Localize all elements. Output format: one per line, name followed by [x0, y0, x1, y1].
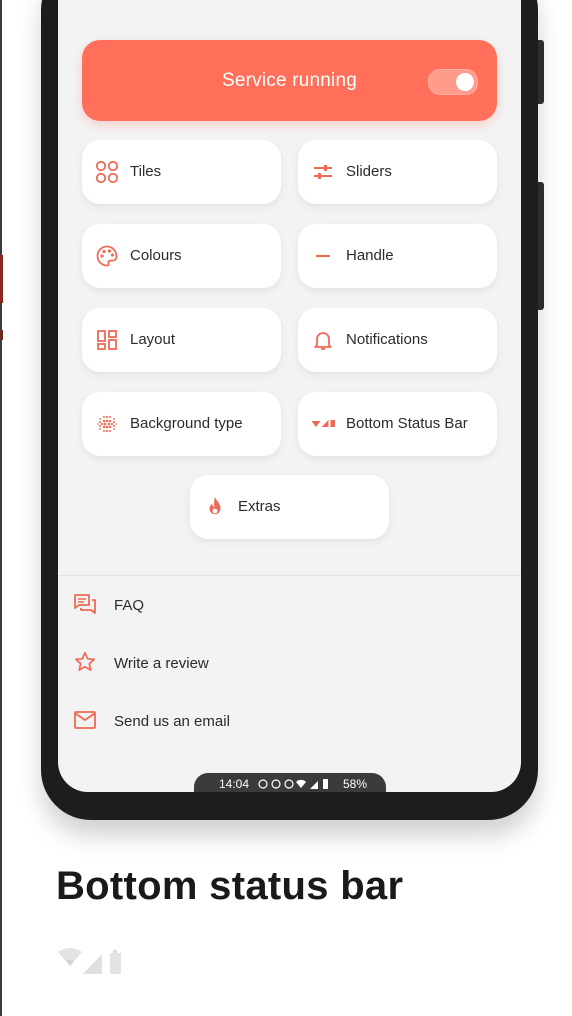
tile-label: Extras — [238, 498, 281, 515]
tile-tiles[interactable]: Tiles — [82, 140, 281, 204]
tile-extras[interactable]: Extras — [190, 475, 389, 539]
service-toggle-card[interactable]: Service running — [82, 40, 497, 121]
feature-title: Bottom status bar — [56, 864, 404, 908]
page-edge-mark — [0, 330, 3, 340]
tile-label: Notifications — [346, 331, 428, 348]
dotted-grid-icon — [97, 415, 117, 433]
power-button — [538, 182, 544, 310]
toggle-knob — [456, 73, 474, 91]
tile-notifications[interactable]: Notifications — [298, 308, 497, 372]
tile-label: Background type — [130, 415, 243, 432]
review-label: Write a review — [114, 655, 209, 672]
bottom-status-bar: 14:04 58% — [194, 773, 386, 792]
email-link[interactable]: Send us an email — [73, 708, 373, 736]
tile-label: Tiles — [130, 163, 162, 180]
tile-handle[interactable]: Handle — [298, 224, 497, 288]
palette-icon — [96, 245, 118, 267]
tiles-icon — [95, 160, 119, 184]
email-label: Send us an email — [114, 713, 230, 730]
layout-icon — [97, 330, 117, 350]
mail-icon — [74, 711, 96, 729]
tile-sliders[interactable]: Sliders — [298, 140, 497, 204]
tile-label: Bottom Status Bar — [346, 415, 468, 432]
service-toggle[interactable] — [428, 69, 478, 95]
chat-icon — [74, 594, 96, 614]
status-time: 14:04 — [219, 777, 250, 791]
volume-button — [538, 40, 544, 104]
tile-label: Handle — [346, 247, 394, 264]
status-bar-icon — [311, 420, 335, 427]
tile-colours[interactable]: Colours — [82, 224, 281, 288]
handle-icon — [316, 254, 330, 258]
faq-link[interactable]: FAQ — [73, 592, 373, 620]
faq-label: FAQ — [114, 597, 145, 614]
sliders-icon — [314, 165, 332, 179]
tile-layout[interactable]: Layout — [82, 308, 281, 372]
status-battery: 58% — [343, 777, 368, 791]
flame-icon — [209, 497, 221, 515]
page-edge-mark — [0, 255, 3, 303]
status-icons — [258, 779, 328, 789]
page-edge — [0, 0, 2, 1016]
write-review-link[interactable]: Write a review — [73, 650, 373, 678]
tile-label: Sliders — [346, 163, 392, 180]
status-bar-preview-icon — [58, 948, 121, 974]
tile-background-type[interactable]: Background type — [82, 392, 281, 456]
app-screen: Service running Tiles Sliders Colours Ha… — [58, 0, 521, 792]
divider — [58, 575, 521, 576]
tile-bottom-status-bar[interactable]: Bottom Status Bar — [298, 392, 497, 456]
star-icon — [74, 651, 96, 671]
bell-icon — [314, 332, 332, 350]
tile-label: Layout — [130, 331, 176, 348]
tile-label: Colours — [130, 247, 182, 264]
